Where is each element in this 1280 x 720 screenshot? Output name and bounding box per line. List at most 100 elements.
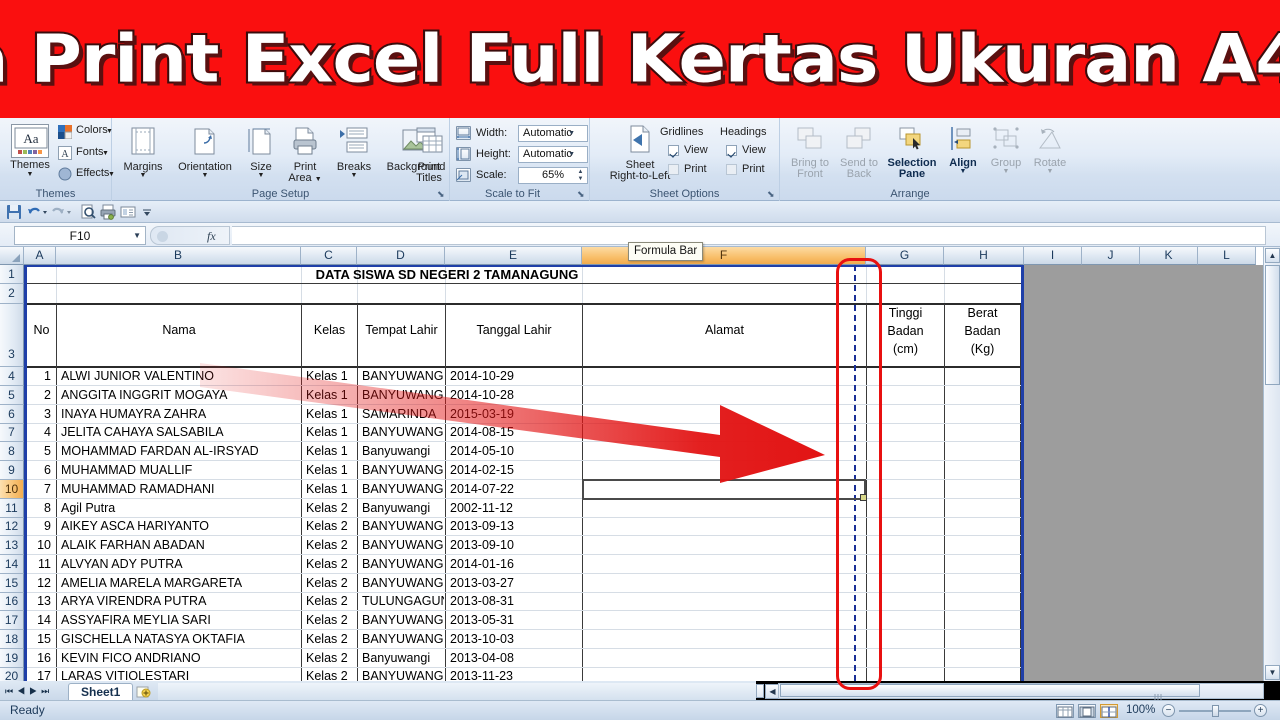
next-sheet-icon[interactable]: ▶ [29, 686, 41, 696]
cell-nama[interactable]: MUHAMMAD MUALLIF [58, 461, 300, 479]
column-header-L[interactable]: L [1198, 247, 1256, 265]
cell-tanggal-lahir[interactable]: 2013-09-10 [447, 536, 581, 554]
redo-icon[interactable] [50, 204, 66, 220]
header-cell-berat-1[interactable]: Berat [945, 306, 1020, 320]
cell-no[interactable]: 15 [27, 630, 54, 648]
cell-kelas[interactable]: Kelas 2 [303, 499, 356, 517]
cell-no[interactable]: 12 [27, 574, 54, 592]
header-cell-tempat-lahir[interactable]: Tempat Lahir [358, 323, 445, 337]
cell-kelas[interactable]: Kelas 2 [303, 593, 356, 610]
cell-tempat-lahir[interactable]: BANYUWANGI [359, 424, 444, 441]
cell-tanggal-lahir[interactable]: 2014-08-15 [447, 424, 581, 441]
prev-sheet-icon[interactable]: ◀ [17, 686, 29, 696]
column-header-D[interactable]: D [357, 247, 445, 265]
cell-kelas[interactable]: Kelas 2 [303, 630, 356, 648]
cell-kelas[interactable]: Kelas 2 [303, 574, 356, 592]
scroll-down-button[interactable]: ▼ [1265, 665, 1280, 680]
cell-tanggal-lahir[interactable]: 2013-03-27 [447, 574, 581, 592]
cell-kelas[interactable]: Kelas 2 [303, 555, 356, 573]
cell-tanggal-lahir[interactable]: 2013-10-03 [447, 630, 581, 648]
cell-tanggal-lahir[interactable]: 2015-03-19 [447, 405, 581, 423]
selection-pane-button[interactable]: Selection Pane [884, 126, 940, 181]
cell-kelas[interactable]: Kelas 2 [303, 611, 356, 629]
cell-tempat-lahir[interactable]: BANYUWANGI [359, 461, 444, 479]
cell-nama[interactable]: ALWI JUNIOR VALENTINO [58, 367, 300, 385]
cell-tempat-lahir[interactable]: BANYUWANGI [359, 611, 444, 629]
cell-tanggal-lahir[interactable]: 2013-09-13 [447, 518, 581, 535]
cell-nama[interactable]: KEVIN FICO ANDRIANO [58, 649, 300, 667]
row-header-3[interactable]: 3 [0, 304, 24, 367]
cell-tempat-lahir[interactable]: BANYUWANGI [359, 367, 444, 385]
row-header-19[interactable]: 19 [0, 649, 24, 668]
cell-tempat-lahir[interactable]: BANYUWANGI [359, 630, 444, 648]
cell-tanggal-lahir[interactable]: 2014-10-28 [447, 386, 581, 404]
row-header-11[interactable]: 11 [0, 499, 24, 518]
cell-nama[interactable]: AMELIA MARELA MARGARETA [58, 574, 300, 592]
cell-nama[interactable]: ALVYAN ADY PUTRA [58, 555, 300, 573]
gridlines-print-checkbox[interactable] [668, 164, 679, 175]
row-header-13[interactable]: 13 [0, 536, 24, 555]
orientation-button[interactable]: Orientation ▼ [170, 126, 240, 179]
cell-nama[interactable]: GISCHELLA NATASYA OKTAFIA [58, 630, 300, 648]
cell-nama[interactable]: JELITA CAHAYA SALSABILA [58, 424, 300, 441]
cell-tempat-lahir[interactable]: BANYUWANGI [359, 536, 444, 554]
cell-nama[interactable]: INAYA HUMAYRA ZAHRA [58, 405, 300, 423]
header-cell-no[interactable]: No [27, 323, 56, 337]
cell-no[interactable]: 4 [27, 424, 54, 441]
cell-kelas[interactable]: Kelas 1 [303, 424, 356, 441]
name-box[interactable]: F10 ▼ [14, 226, 146, 245]
column-header-F[interactable]: F [582, 247, 866, 265]
headings-view-checkbox[interactable] [726, 145, 737, 156]
send-to-back-button[interactable]: Send to Back [836, 126, 882, 181]
cell-no[interactable]: 14 [27, 611, 54, 629]
cell-tempat-lahir[interactable]: TULUNGAGUNG [359, 593, 444, 610]
row-header-7[interactable]: 7 [0, 424, 24, 442]
cell-no[interactable]: 13 [27, 593, 54, 610]
cell-kelas[interactable]: Kelas 1 [303, 442, 356, 460]
cell-kelas[interactable]: Kelas 2 [303, 518, 356, 535]
print-titles-button-visual[interactable]: Print Titles [404, 126, 454, 185]
row-header-10[interactable]: 10 [0, 480, 24, 499]
select-all-corner[interactable] [0, 247, 24, 265]
row-header-8[interactable]: 8 [0, 442, 24, 461]
column-header-B[interactable]: B [56, 247, 301, 265]
scale-width-combo[interactable]: Automatic ▼ [518, 125, 588, 142]
row-header-15[interactable]: 15 [0, 574, 24, 593]
cell-kelas[interactable]: Kelas 2 [303, 536, 356, 554]
sheet-options-dialog-launcher[interactable]: ⬊ [767, 190, 776, 199]
cell-no[interactable]: 8 [27, 499, 54, 517]
cell-kelas[interactable]: Kelas 1 [303, 480, 356, 498]
cell-tanggal-lahir[interactable]: 2013-04-08 [447, 649, 581, 667]
cell-no[interactable]: 2 [27, 386, 54, 404]
cell-tempat-lahir[interactable]: BANYUWANGI [359, 574, 444, 592]
cell-tanggal-lahir[interactable]: 2014-01-16 [447, 555, 581, 573]
save-icon[interactable] [6, 204, 22, 220]
cell-nama[interactable]: ANGGITA INGGRIT MOGAYA [58, 386, 300, 404]
zoom-out-button[interactable]: − [1162, 704, 1175, 717]
headings-print-checkbox[interactable] [726, 164, 737, 175]
cell-nama[interactable]: ARYA VIRENDRA PUTRA [58, 593, 300, 610]
page-break-preview-view-button[interactable] [1100, 704, 1118, 718]
page-layout-view-button[interactable] [1078, 704, 1096, 718]
column-header-J[interactable]: J [1082, 247, 1140, 265]
scale-to-fit-dialog-launcher[interactable]: ⬊ [577, 190, 586, 199]
cell-kelas[interactable]: Kelas 1 [303, 405, 356, 423]
cell-nama[interactable]: Agil Putra [58, 499, 300, 517]
row-header-16[interactable]: 16 [0, 593, 24, 611]
scale-height-combo[interactable]: Automatic ▼ [518, 146, 588, 163]
cell-tempat-lahir[interactable]: BANYUWANGI [359, 386, 444, 404]
first-sheet-icon[interactable]: ⏮ [5, 686, 17, 696]
row-header-17[interactable]: 17 [0, 611, 24, 630]
zoom-in-button[interactable]: + [1254, 704, 1267, 717]
cell-nama[interactable]: ALAIK FARHAN ABADAN [58, 536, 300, 554]
quick-print-icon[interactable] [100, 204, 116, 220]
cell-tanggal-lahir[interactable]: 2014-05-10 [447, 442, 581, 460]
print-preview-icon[interactable] [80, 204, 96, 220]
row-header-12[interactable]: 12 [0, 518, 24, 536]
row-header-6[interactable]: 6 [0, 405, 24, 424]
size-button[interactable]: Size ▼ [242, 126, 280, 179]
column-header-I[interactable]: I [1024, 247, 1082, 265]
sheet-nav-buttons[interactable]: ⏮◀▶⏭ [5, 684, 63, 698]
cell-no[interactable]: 11 [27, 555, 54, 573]
spinner-arrows[interactable]: ▲ ▼ [576, 169, 585, 183]
